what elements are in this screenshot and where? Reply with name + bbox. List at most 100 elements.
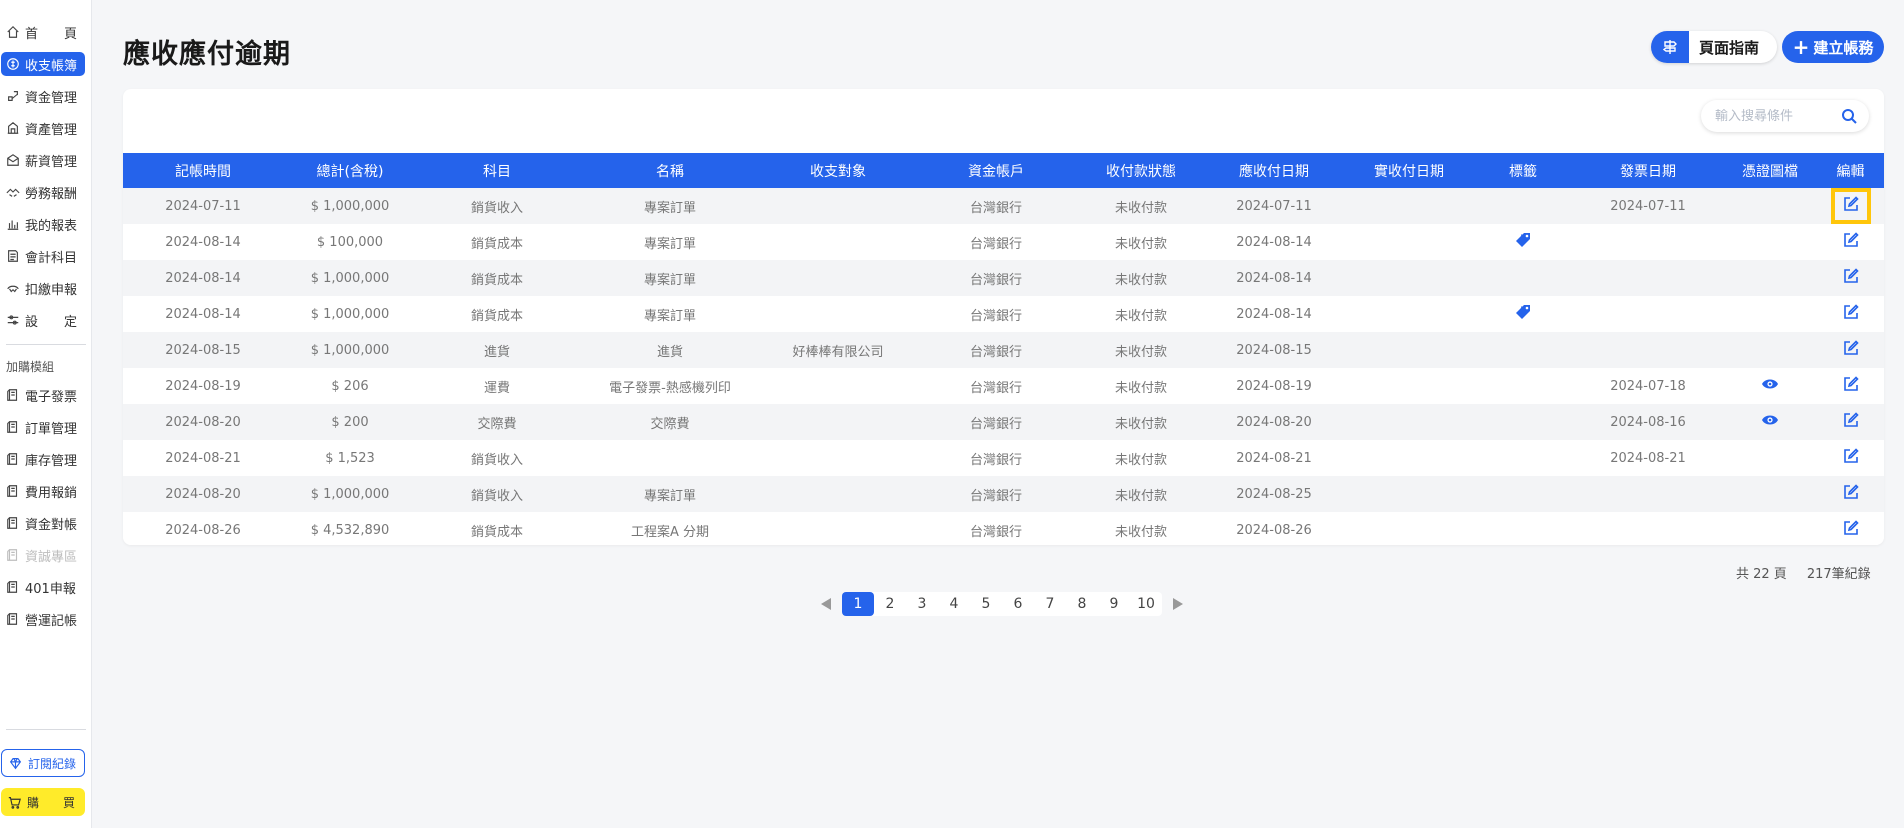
page-6-button[interactable]: 6 [1002, 592, 1034, 616]
invoice-date-cell: 2024-08-21 [1610, 450, 1686, 466]
sidebar-item-6[interactable]: 我的報表 [0, 208, 92, 240]
invoice-date-cell [1573, 332, 1723, 368]
column-header-0: 記帳時間 [123, 153, 283, 188]
addon-item-3[interactable]: 費用報銷 [0, 475, 92, 507]
addon-item-0[interactable]: 電子發票 [0, 379, 92, 411]
payment-status-cell: 未收付款 [1114, 236, 1167, 252]
actual-date-cell [1345, 260, 1473, 296]
total-amount-cell: $ 200 [331, 414, 369, 430]
ledger-icon [6, 249, 20, 263]
sidebar-item-5[interactable]: 勞務報酬 [0, 176, 92, 208]
plus-icon: + [1792, 35, 1810, 59]
addon-item-1[interactable]: 訂單管理 [0, 411, 92, 443]
page-1-button[interactable]: 1 [842, 592, 874, 616]
payment-status-cell: 未收付款 [1114, 380, 1167, 396]
receipt-cell [1723, 332, 1817, 368]
edit-button[interactable] [1831, 440, 1871, 476]
counterparty-cell [763, 188, 913, 224]
account-subject-cell: 銷貨收入 [470, 452, 523, 468]
edit-button[interactable] [1831, 368, 1871, 404]
edit-icon [1843, 448, 1859, 468]
records-summary: 共 22 頁 217筆紀錄 [1736, 563, 1871, 582]
column-header-3: 名稱 [577, 153, 763, 188]
edit-button[interactable] [1831, 332, 1871, 368]
addon-item-7[interactable]: 營運記帳 [0, 603, 92, 635]
page-9-button[interactable]: 9 [1098, 592, 1130, 616]
sidebar-item-9[interactable]: 設 定 [0, 304, 92, 336]
search-input[interactable] [1715, 108, 1835, 124]
addon-item-4[interactable]: 資金對帳 [0, 507, 92, 539]
search-box [1701, 100, 1869, 132]
counterparty-cell [763, 260, 913, 296]
column-header-12: 編輯 [1817, 153, 1884, 188]
edit-button[interactable] [1831, 476, 1871, 512]
money-bag-icon [6, 89, 20, 103]
edit-cell [1817, 260, 1884, 296]
counterparty-cell: 好棒棒有限公司 [792, 344, 884, 360]
edit-cell [1817, 368, 1884, 404]
page-3-button[interactable]: 3 [906, 592, 938, 616]
sidebar-nav: 首 頁收支帳簿 資金管理 資產管理 薪資管理 勞務報酬 我的報表 會計科目 扣繳申報設 定加購… [0, 16, 92, 635]
column-header-10: 發票日期 [1573, 153, 1723, 188]
page-4-button[interactable]: 4 [938, 592, 970, 616]
tag-icon[interactable] [1515, 232, 1531, 252]
column-header-9: 標籤 [1473, 153, 1573, 188]
edit-button[interactable] [1831, 260, 1871, 296]
view-receipt-eye-icon[interactable] [1761, 414, 1779, 430]
tag-cell [1473, 296, 1573, 332]
addon-item-6[interactable]: 401申報 [0, 571, 92, 603]
due-date-cell: 2024-08-14 [1236, 270, 1312, 286]
page-guide-label: 頁面指南 [1699, 38, 1760, 57]
payment-status-cell: 未收付款 [1114, 308, 1167, 324]
search-icon[interactable] [1841, 108, 1857, 124]
envelope-icon [6, 153, 20, 167]
tag-icon[interactable] [1515, 304, 1531, 324]
sidebar-item-8[interactable]: 扣繳申報 [0, 272, 92, 304]
edit-button[interactable] [1831, 404, 1871, 440]
actual-date-cell [1345, 512, 1473, 545]
module-icon [6, 612, 20, 626]
edit-button[interactable] [1831, 296, 1871, 332]
table-header-row: 記帳時間 總計(含稅) 科目 名稱 收支對象 資金帳戶 收付款狀態 應收付日期 實收付日期 標籤發… [123, 153, 1884, 188]
create-account-button[interactable]: + 建立帳務 [1782, 31, 1884, 63]
page-5-button[interactable]: 5 [970, 592, 1002, 616]
addon-item-2[interactable]: 庫存管理 [0, 443, 92, 475]
invoice-date-cell: 2024-07-18 [1610, 378, 1686, 394]
sidebar: 首 頁收支帳簿 資金管理 資產管理 薪資管理 勞務報酬 我的報表 會計科目 扣繳申報設 定加購… [0, 0, 92, 828]
page-7-button[interactable]: 7 [1034, 592, 1066, 616]
edit-icon [1843, 340, 1859, 360]
subscription-record-button[interactable]: 訂閱紀錄 [1, 749, 85, 777]
sidebar-item-3[interactable]: 資產管理 [0, 112, 92, 144]
edit-button[interactable] [1830, 188, 1871, 224]
sidebar-item-0[interactable]: 首 頁 [0, 16, 92, 48]
page-guide-button[interactable]: 頁面指南 [1651, 31, 1777, 63]
record-date-cell: 2024-08-14 [165, 234, 241, 250]
addon-item-label: 營運記帳 [25, 613, 78, 629]
buy-button[interactable]: 購 買 [1, 788, 85, 816]
sidebar-item-7[interactable]: 會計科目 [0, 240, 92, 272]
page-10-button[interactable]: 10 [1130, 592, 1162, 616]
record-name-cell: 進貨 [656, 344, 683, 360]
sidebar-item-4[interactable]: 薪資管理 [0, 144, 92, 176]
hands-icon [6, 281, 20, 295]
module-icon [6, 548, 20, 562]
receipt-cell [1723, 368, 1817, 404]
actual-date-cell [1345, 440, 1473, 476]
edit-button[interactable] [1831, 224, 1871, 260]
actual-date-cell [1345, 368, 1473, 404]
edit-icon [1843, 268, 1859, 288]
view-receipt-eye-icon[interactable] [1761, 378, 1779, 394]
addon-section-label: 加購模組 [6, 359, 55, 374]
sidebar-item-1[interactable]: 收支帳簿 [0, 48, 92, 80]
table-row: 2024-08-26 $ 4,532,890 銷貨成本 工程案A 分期 台灣銀行 未收付款… [123, 512, 1884, 545]
payment-status-cell: 未收付款 [1114, 416, 1167, 432]
building-icon [6, 121, 20, 135]
total-amount-cell: $ 1,523 [325, 450, 375, 466]
sidebar-item-2[interactable]: 資金管理 [0, 80, 92, 112]
page-8-button[interactable]: 8 [1066, 592, 1098, 616]
edit-button[interactable] [1831, 512, 1871, 545]
page-2-button[interactable]: 2 [874, 592, 906, 616]
counterparty-cell [763, 512, 913, 545]
next-page-button[interactable] [1170, 592, 1186, 616]
prev-page-button[interactable] [818, 592, 834, 616]
